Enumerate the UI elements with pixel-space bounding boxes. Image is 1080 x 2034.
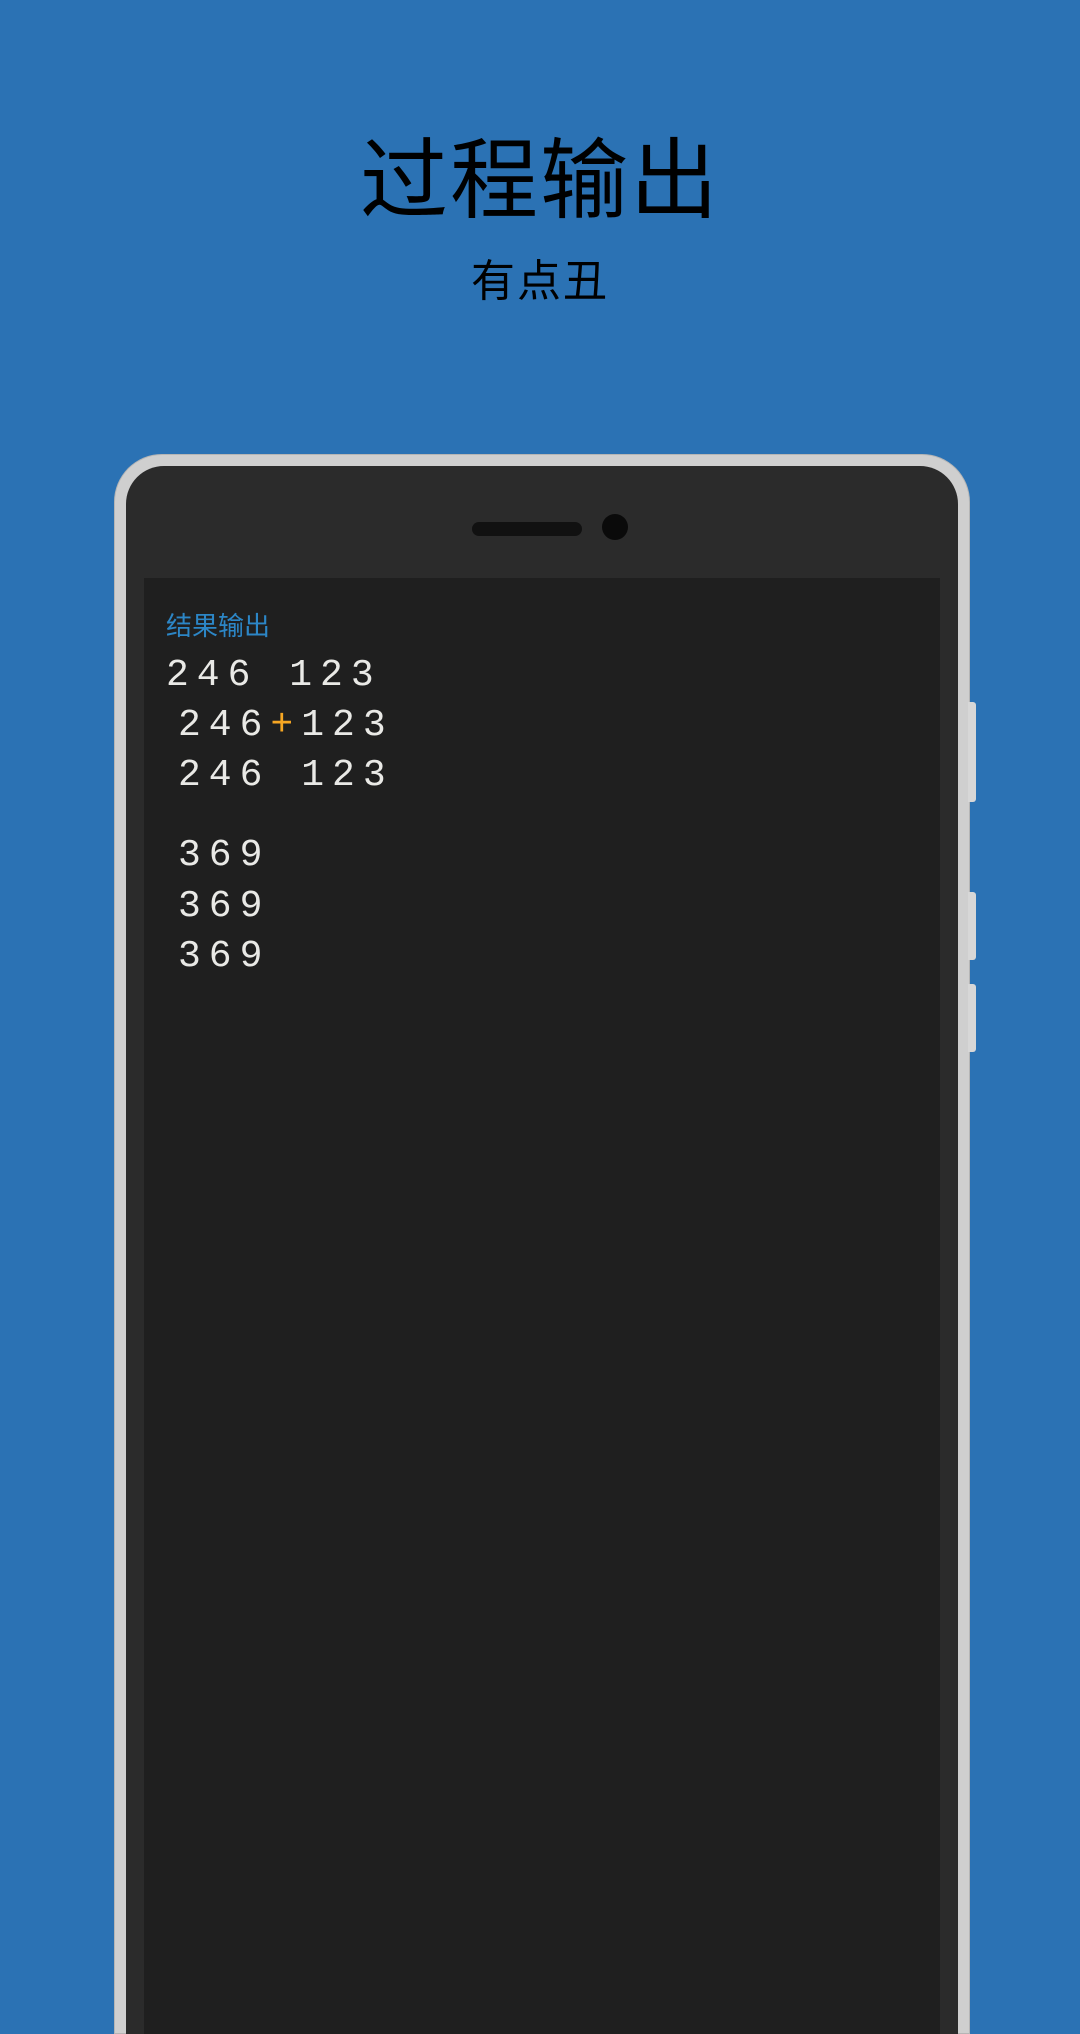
output-line-4: 369: [166, 831, 918, 881]
side-button-vol-up: [968, 892, 976, 960]
phone-shell: 结果输出 246 123 246+123 246 123 369 369 369: [114, 454, 970, 2034]
output-line-2: 246+123: [166, 701, 918, 751]
plus-operator: +: [270, 704, 301, 747]
side-button-power: [968, 702, 976, 802]
line2-left: 246: [178, 704, 270, 747]
screen-content: 结果输出 246 123 246+123 246 123 369 369 369: [144, 578, 940, 2034]
phone-inner: 结果输出 246 123 246+123 246 123 369 369 369: [126, 466, 958, 2034]
result-output-label: 结果输出: [166, 606, 918, 643]
output-line-3: 246 123: [166, 751, 918, 801]
line2-right: 123: [301, 704, 393, 747]
output-line-5: 369: [166, 882, 918, 932]
block-gap: [166, 801, 918, 831]
output-line-6: 369: [166, 932, 918, 982]
headline-subtitle: 有点丑: [0, 245, 1080, 309]
headline-title: 过程输出: [0, 110, 1080, 237]
output-line-1: 246 123: [166, 651, 918, 701]
front-camera-icon: [602, 514, 628, 540]
side-button-vol-down: [968, 984, 976, 1052]
headline: 过程输出 有点丑: [0, 110, 1080, 309]
speaker-slot-icon: [472, 522, 582, 536]
